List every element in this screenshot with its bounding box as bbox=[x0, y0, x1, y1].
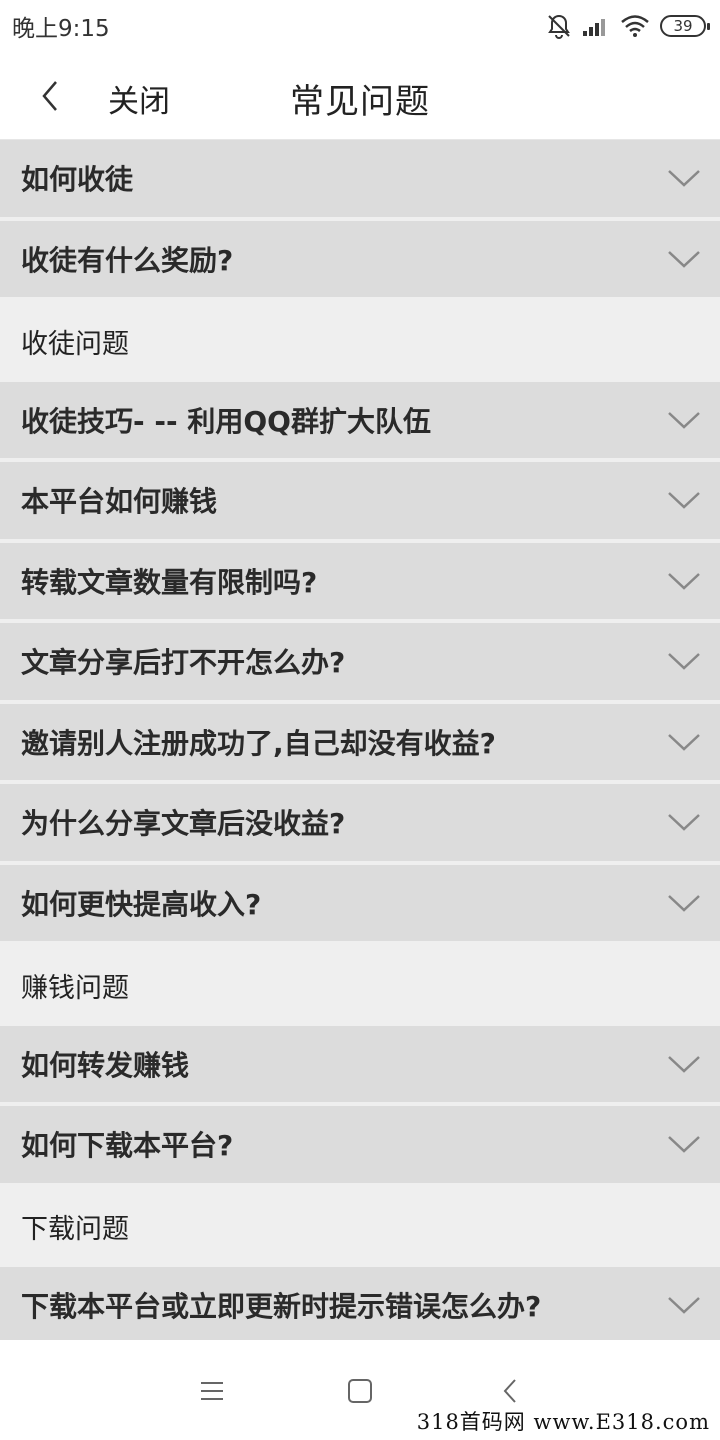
battery-indicator: 39 bbox=[660, 15, 710, 37]
faq-question-row[interactable]: 收徒有什么奖励? bbox=[0, 220, 720, 301]
faq-question-row[interactable]: 邀请别人注册成功了,自己却没有收益? bbox=[0, 703, 720, 784]
faq-question-text: 转载文章数量有限制吗? bbox=[21, 565, 318, 599]
navigation-bar: 318首码网 www.E318.com bbox=[0, 1340, 720, 1440]
chevron-down-icon[interactable] bbox=[666, 408, 702, 432]
back-nav-icon[interactable] bbox=[496, 1376, 526, 1406]
faq-question-text: 如何更快提高收入? bbox=[21, 887, 262, 921]
menu-icon[interactable] bbox=[197, 1376, 227, 1406]
faq-section-header: 收徒问题 bbox=[0, 301, 720, 382]
watermark: 318首码网 www.E318.com bbox=[416, 1410, 710, 1434]
faq-section-label: 收徒问题 bbox=[21, 328, 129, 360]
chevron-down-icon[interactable] bbox=[666, 166, 702, 190]
faq-question-row[interactable]: 如何收徒 bbox=[0, 140, 720, 221]
chevron-down-icon[interactable] bbox=[666, 1293, 702, 1317]
faq-question-text: 如何收徒 bbox=[21, 163, 134, 197]
faq-section-label: 赚钱问题 bbox=[21, 972, 129, 1004]
chevron-down-icon[interactable] bbox=[666, 1052, 702, 1076]
chevron-down-icon[interactable] bbox=[666, 891, 702, 915]
faq-question-text: 为什么分享文章后没收益? bbox=[21, 807, 346, 841]
wifi-icon bbox=[621, 15, 649, 37]
faq-question-row[interactable]: 下载本平台或立即更新时提示错误怎么办? bbox=[0, 1267, 720, 1348]
faq-question-row[interactable]: 为什么分享文章后没收益? bbox=[0, 784, 720, 865]
faq-question-row[interactable]: 如何更快提高收入? bbox=[0, 864, 720, 945]
faq-list: 如何收徒收徒有什么奖励? 收徒问题收徒技巧- -- 利用QQ群扩大队伍 本平台如何赚… bbox=[0, 140, 720, 1348]
faq-question-row[interactable]: 本平台如何赚钱 bbox=[0, 462, 720, 543]
faq-question-row[interactable]: 如何转发赚钱 bbox=[0, 1025, 720, 1106]
chevron-down-icon[interactable] bbox=[666, 488, 702, 512]
chevron-down-icon[interactable] bbox=[666, 569, 702, 593]
faq-question-row[interactable]: 如何下载本平台? bbox=[0, 1106, 720, 1187]
faq-question-text: 下载本平台或立即更新时提示错误怎么办? bbox=[21, 1290, 542, 1324]
faq-question-text: 本平台如何赚钱 bbox=[21, 485, 218, 519]
chevron-down-icon[interactable] bbox=[666, 1132, 702, 1156]
signal-icon bbox=[583, 19, 605, 36]
faq-question-text: 邀请别人注册成功了,自己却没有收益? bbox=[21, 726, 496, 760]
faq-question-row[interactable]: 转载文章数量有限制吗? bbox=[0, 542, 720, 623]
header: 关闭 常见问题 bbox=[0, 52, 720, 140]
faq-question-text: 收徒技巧- -- 利用QQ群扩大队伍 bbox=[21, 404, 431, 438]
bell-off-icon bbox=[548, 14, 570, 39]
page-title: 常见问题 bbox=[290, 82, 430, 122]
faq-question-text: 如何转发赚钱 bbox=[21, 1048, 190, 1082]
chevron-down-icon[interactable] bbox=[666, 730, 702, 754]
chevron-down-icon[interactable] bbox=[666, 810, 702, 834]
faq-question-row[interactable]: 收徒技巧- -- 利用QQ群扩大队伍 bbox=[0, 381, 720, 462]
app-screen: 晚上9:15 39 关闭 常见问题 如何收徒 收徒有什么奖励? 收徒问题 收徒技… bbox=[0, 0, 720, 1440]
status-bar: 晚上9:15 39 bbox=[0, 0, 720, 52]
faq-section-label: 下载问题 bbox=[21, 1214, 129, 1246]
chevron-down-icon[interactable] bbox=[666, 649, 702, 673]
faq-section-header: 下载问题 bbox=[0, 1186, 720, 1267]
faq-question-text: 文章分享后打不开怎么办? bbox=[21, 646, 346, 680]
status-time: 晚上9:15 bbox=[12, 16, 110, 42]
home-square-icon[interactable] bbox=[345, 1376, 375, 1406]
faq-section-header: 赚钱问题 bbox=[0, 945, 720, 1026]
faq-question-text: 收徒有什么奖励? bbox=[21, 243, 234, 277]
status-icons: 39 bbox=[546, 13, 710, 39]
chevron-down-icon[interactable] bbox=[666, 247, 702, 271]
faq-question-row[interactable]: 文章分享后打不开怎么办? bbox=[0, 623, 720, 704]
faq-question-text: 如何下载本平台? bbox=[21, 1129, 234, 1163]
